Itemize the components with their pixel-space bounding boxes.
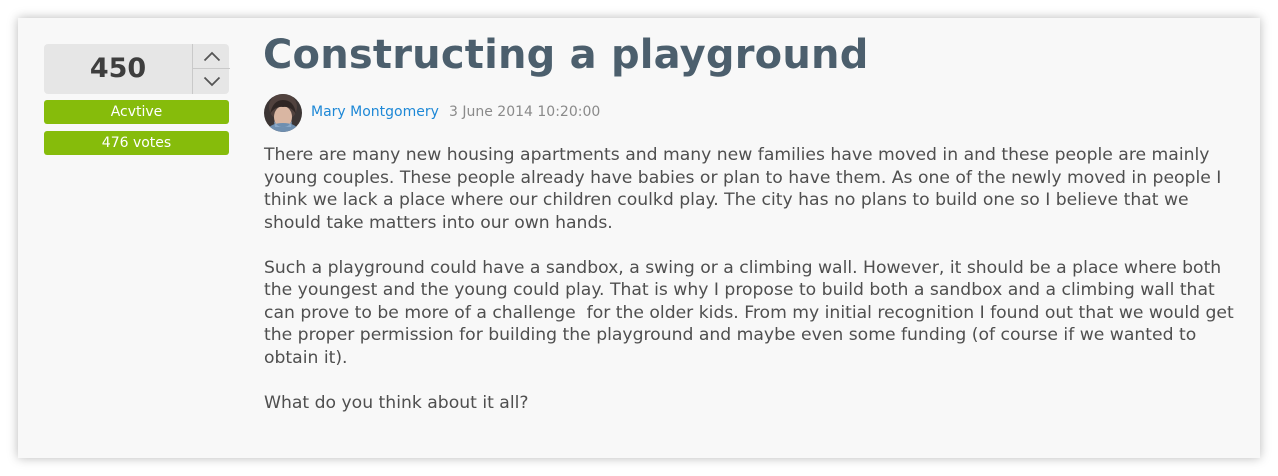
post-title: Constructing a playground — [263, 32, 869, 78]
upvote-button[interactable] — [193, 44, 230, 69]
vote-arrows — [192, 44, 230, 94]
post-paragraph: Such a playground could have a sandbox, … — [264, 257, 1240, 368]
avatar[interactable] — [264, 94, 302, 132]
post-card: 450 Acvtive 476 votes Constructing a pla… — [18, 18, 1260, 458]
post-date: 3 June 2014 10:20:00 — [449, 104, 601, 120]
post-paragraph: What do you think about it all? — [264, 392, 529, 413]
vote-widget: 450 — [44, 44, 230, 94]
author-link[interactable]: Mary Montgomery — [311, 104, 439, 120]
chevron-up-icon — [203, 51, 220, 61]
post-body: There are many new housing apartments an… — [264, 144, 1249, 437]
status-badge: Acvtive — [44, 100, 229, 124]
chevron-down-icon — [203, 76, 220, 86]
vote-score: 450 — [89, 53, 147, 84]
votes-count-badge: 476 votes — [44, 131, 229, 155]
post-paragraph: There are many new housing apartments an… — [264, 145, 1227, 233]
downvote-button[interactable] — [193, 69, 230, 93]
